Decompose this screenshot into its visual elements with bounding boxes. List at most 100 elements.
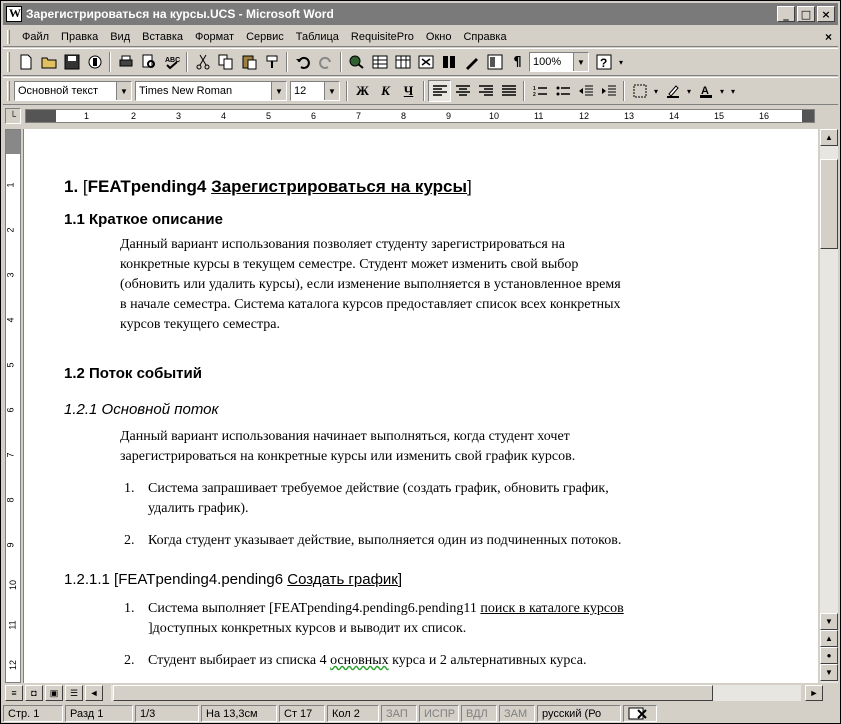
permission-icon[interactable] xyxy=(83,51,106,73)
status-trk[interactable]: ИСПР xyxy=(419,705,459,722)
outline-view-icon[interactable]: ☰ xyxy=(65,685,83,701)
scroll-down-icon[interactable]: ▼ xyxy=(820,613,838,630)
status-rec[interactable]: ЗАП xyxy=(381,705,417,722)
drawing-icon[interactable] xyxy=(460,51,483,73)
tab-selector-icon[interactable]: └ xyxy=(5,108,21,124)
spelling-status-icon[interactable] xyxy=(623,705,657,722)
redo-icon[interactable] xyxy=(314,51,337,73)
next-page-icon[interactable]: ▼ xyxy=(820,664,838,681)
chevron-down-icon[interactable]: ▼ xyxy=(573,53,588,71)
chevron-down-icon[interactable]: ▾ xyxy=(651,80,661,102)
menu-table[interactable]: Таблица xyxy=(290,31,345,43)
increase-indent-icon[interactable] xyxy=(597,80,620,102)
menu-requisitepro[interactable]: RequisitePro xyxy=(345,31,420,43)
status-language[interactable]: русский (Ро xyxy=(537,705,621,722)
align-right-icon[interactable] xyxy=(474,80,497,102)
previous-page-icon[interactable]: ▲ xyxy=(820,630,838,647)
copy-icon[interactable] xyxy=(214,51,237,73)
status-ext[interactable]: ВДЛ xyxy=(461,705,497,722)
heading-4-link[interactable]: Создать график xyxy=(287,571,398,588)
scroll-left-icon[interactable]: ◄ xyxy=(85,685,103,701)
bold-icon[interactable]: Ж xyxy=(351,80,374,102)
web-view-icon[interactable]: ◘ xyxy=(25,685,43,701)
chevron-down-icon[interactable]: ▼ xyxy=(116,82,131,100)
font-color-icon[interactable]: A xyxy=(694,80,717,102)
close-button[interactable]: × xyxy=(817,6,835,22)
heading-1[interactable]: 1. [FEATpending4 Зарегистрироваться на к… xyxy=(64,177,472,197)
decrease-indent-icon[interactable] xyxy=(574,80,597,102)
word-app-icon[interactable] xyxy=(6,6,22,22)
highlight-icon[interactable] xyxy=(661,80,684,102)
menu-grip[interactable] xyxy=(7,29,10,44)
justify-icon[interactable] xyxy=(497,80,520,102)
undo-icon[interactable] xyxy=(291,51,314,73)
heading-1-2-1-1[interactable]: 1.2.1.1 [FEATpending4.pending6 Создать г… xyxy=(64,571,402,588)
paste-icon[interactable] xyxy=(237,51,260,73)
print-layout-icon[interactable]: ▣ xyxy=(45,685,63,701)
scroll-up-icon[interactable]: ▲ xyxy=(820,129,838,146)
italic-icon[interactable]: К xyxy=(374,80,397,102)
menu-view[interactable]: Вид xyxy=(104,31,136,43)
document-close-button[interactable]: × xyxy=(825,30,832,44)
vertical-scroll-thumb[interactable] xyxy=(820,159,838,249)
open-folder-icon[interactable] xyxy=(37,51,60,73)
toolbar-grip[interactable] xyxy=(7,81,10,101)
menu-format[interactable]: Формат xyxy=(189,31,240,43)
style-combo[interactable]: Основной текст ▼ xyxy=(14,81,132,101)
status-column[interactable]: Кол 2 xyxy=(327,705,379,722)
menu-tools[interactable]: Сервис xyxy=(240,31,290,43)
underline-icon[interactable]: Ч xyxy=(397,80,420,102)
minimize-button[interactable]: _ xyxy=(777,6,795,22)
horizontal-ruler[interactable]: 1 2 3 4 5 6 7 8 9 10 11 12 13 14 15 16 xyxy=(25,109,815,123)
help-icon[interactable]: ? xyxy=(592,51,615,73)
status-ovr[interactable]: ЗАМ xyxy=(499,705,535,722)
requirement-link[interactable]: поиск в каталоге курсов xyxy=(480,601,623,616)
status-position[interactable]: На 13,3см xyxy=(201,705,277,722)
toolbar-options-icon[interactable]: ▾ xyxy=(615,51,627,73)
zoom-combo[interactable]: 100% ▼ xyxy=(529,52,589,72)
chevron-down-icon[interactable]: ▼ xyxy=(271,82,286,100)
menu-insert[interactable]: Вставка xyxy=(136,31,189,43)
vertical-scrollbar[interactable]: ▲ ▼ ▲ ● ▼ xyxy=(820,129,838,683)
restore-button[interactable]: □ xyxy=(797,6,815,22)
document-area[interactable]: 1. [FEATpending4 Зарегистрироваться на к… xyxy=(23,129,818,683)
spelling-icon[interactable]: ABC xyxy=(160,51,183,73)
heading-1-link[interactable]: Зарегистрироваться на курсы xyxy=(211,177,467,196)
numbering-icon[interactable]: 12 xyxy=(528,80,551,102)
bullets-icon[interactable] xyxy=(551,80,574,102)
insert-table-icon[interactable] xyxy=(391,51,414,73)
font-size-combo[interactable]: 12 ▼ xyxy=(290,81,340,101)
toolbar-options-icon[interactable]: ▾ xyxy=(727,80,739,102)
format-painter-icon[interactable] xyxy=(260,51,283,73)
insert-excel-icon[interactable] xyxy=(414,51,437,73)
tables-borders-icon[interactable] xyxy=(368,51,391,73)
menu-window[interactable]: Окно xyxy=(420,31,458,43)
horizontal-scroll-thumb[interactable] xyxy=(113,685,713,701)
chevron-down-icon[interactable]: ▼ xyxy=(324,82,339,100)
browse-object-icon[interactable]: ● xyxy=(820,647,838,664)
align-center-icon[interactable] xyxy=(451,80,474,102)
columns-icon[interactable] xyxy=(437,51,460,73)
menu-help[interactable]: Справка xyxy=(457,31,512,43)
status-page[interactable]: Стр. 1 xyxy=(3,705,63,722)
status-pages[interactable]: 1/3 xyxy=(135,705,199,722)
print-preview-icon[interactable] xyxy=(137,51,160,73)
chevron-down-icon[interactable]: ▾ xyxy=(717,80,727,102)
status-section[interactable]: Разд 1 xyxy=(65,705,133,722)
grammar-flagged-word[interactable]: основных xyxy=(330,653,389,668)
cut-icon[interactable] xyxy=(191,51,214,73)
toolbar-grip[interactable] xyxy=(7,52,10,72)
align-left-icon[interactable] xyxy=(428,80,451,102)
scroll-right-icon[interactable]: ► xyxy=(805,685,823,701)
vertical-ruler[interactable]: 1 2 3 4 5 6 7 8 9 10 11 12 xyxy=(5,129,21,683)
save-icon[interactable] xyxy=(60,51,83,73)
menu-file[interactable]: Файл xyxy=(16,31,55,43)
font-combo[interactable]: Times New Roman ▼ xyxy=(135,81,287,101)
menu-edit[interactable]: Правка xyxy=(55,31,104,43)
horizontal-scrollbar[interactable] xyxy=(111,685,801,701)
chevron-down-icon[interactable]: ▾ xyxy=(684,80,694,102)
print-icon[interactable] xyxy=(114,51,137,73)
title-bar[interactable]: Зарегистрироваться на курсы.UCS - Micros… xyxy=(3,3,838,25)
show-hide-icon[interactable]: ¶ xyxy=(506,51,529,73)
normal-view-icon[interactable]: ≡ xyxy=(5,685,23,701)
